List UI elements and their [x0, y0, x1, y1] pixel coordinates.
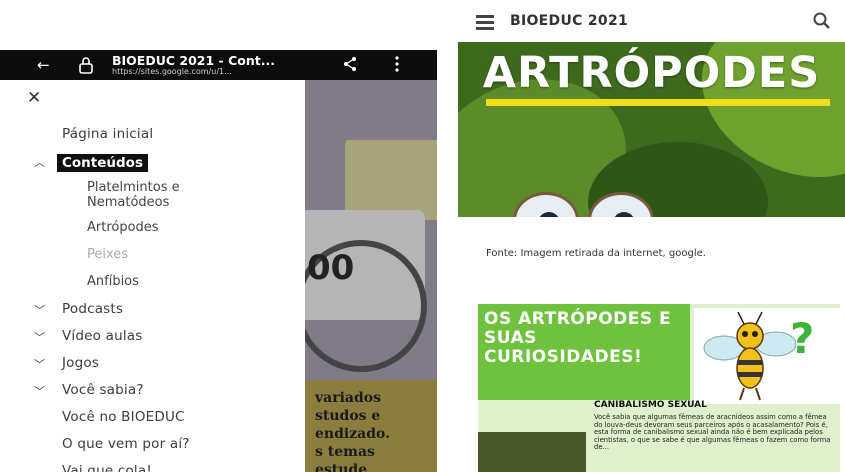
card-body: Você sabia que algumas fêmeas de aracníd…	[594, 413, 831, 452]
background-book-shape	[345, 140, 437, 220]
chevron-down-icon[interactable]: ﹀	[34, 302, 45, 318]
hero-title: ARTRÓPODES	[482, 48, 821, 98]
browser-page-title: BIOEDUC 2021 - Cont...	[112, 53, 275, 68]
nav-subitem-platelmintos[interactable]: Platelmintos e Nematódeos	[87, 180, 247, 210]
close-icon[interactable]: ✕	[27, 88, 41, 108]
background-number: 00	[307, 248, 355, 288]
card-title: OS ARTRÓPODES E SUAS CURIOSIDADES!	[484, 309, 672, 367]
nav-item-jogos[interactable]: Jogos	[62, 355, 99, 371]
page-background-content: 00 variados studos e endizado. s temas e…	[305, 80, 437, 472]
hero-title-underline	[486, 99, 830, 106]
browser-url: https://sites.google.com/u/1...	[112, 67, 232, 76]
nav-subitem-artropodes[interactable]: Artrópodes	[87, 220, 159, 235]
question-mark-icon: ?	[790, 314, 815, 363]
image-caption: Fonte: Imagem retirada da internet, goog…	[486, 248, 706, 259]
nav-item-voce-no-bioeduc[interactable]: Você no BIOEDUC	[62, 409, 185, 425]
chevron-down-icon[interactable]: ﹀	[34, 356, 45, 372]
nav-item-video-aulas[interactable]: Vídeo aulas	[62, 328, 143, 344]
left-phone-screen: ← BIOEDUC 2021 - Cont... https://sites.g…	[0, 50, 437, 472]
navigation-drawer: ✕ Página inicial ︿ Conteúdos Platelminto…	[0, 80, 305, 472]
hero-image: ARTRÓPODES	[458, 42, 845, 217]
curiosities-card: OS ARTRÓPODES E SUAS CURIOSIDADES! ? CAN…	[478, 304, 840, 472]
nav-item-vai-que-cola[interactable]: Vai que cola!	[62, 463, 152, 472]
search-icon[interactable]	[811, 10, 833, 32]
back-arrow-icon[interactable]: ←	[37, 56, 50, 74]
share-icon[interactable]	[342, 56, 358, 76]
browser-toolbar: ← BIOEDUC 2021 - Cont... https://sites.g…	[0, 50, 437, 80]
lock-icon[interactable]	[78, 56, 94, 78]
background-text-line: endizado.	[315, 426, 390, 442]
card-header: OS ARTRÓPODES E SUAS CURIOSIDADES!	[478, 304, 690, 400]
background-text-line: estude,	[315, 462, 373, 472]
nav-subitem-anfibios[interactable]: Anfíbios	[87, 274, 139, 289]
chevron-up-icon[interactable]: ︿	[34, 154, 45, 170]
menu-icon[interactable]	[476, 15, 494, 30]
chevron-down-icon[interactable]: ﹀	[34, 383, 45, 399]
right-phone-screen: BIOEDUC 2021 ARTRÓPODES Fonte: Imagem re…	[458, 0, 845, 472]
nav-item-pagina-inicial[interactable]: Página inicial	[62, 126, 153, 142]
card-subtitle: CANIBALISMO SEXUAL	[594, 400, 707, 410]
site-title[interactable]: BIOEDUC 2021	[510, 13, 628, 29]
card-photo	[478, 432, 586, 472]
chevron-down-icon[interactable]: ﹀	[34, 329, 45, 345]
nav-item-o-que-vem[interactable]: O que vem por aí?	[62, 436, 190, 452]
more-vert-icon[interactable]	[394, 56, 400, 76]
nav-item-podcasts[interactable]: Podcasts	[62, 301, 123, 317]
background-text-line: variados	[315, 390, 381, 406]
nav-subitem-peixes[interactable]: Peixes	[87, 247, 128, 262]
background-text-line: studos e	[315, 408, 381, 424]
background-text-block: variados studos e endizado. s temas estu…	[305, 380, 437, 472]
bee-illustration: ?	[694, 308, 840, 404]
nav-item-voce-sabia[interactable]: Você sabia?	[62, 382, 144, 398]
background-text-line: s temas	[315, 444, 375, 460]
nav-item-conteudos[interactable]: Conteúdos	[57, 154, 148, 172]
